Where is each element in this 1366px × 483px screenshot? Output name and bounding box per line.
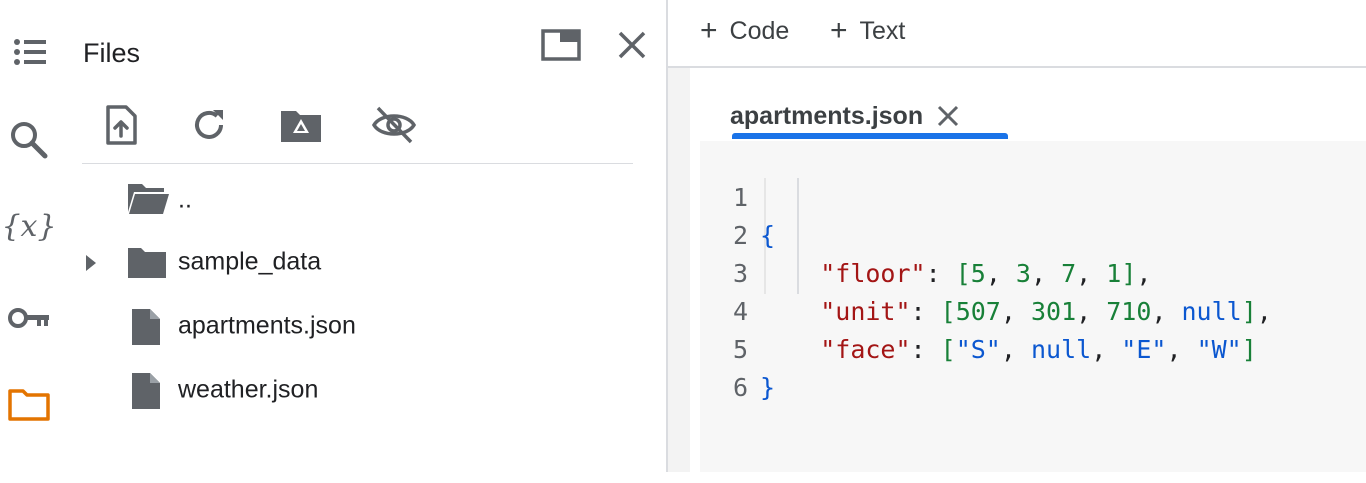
plus-icon: + (700, 14, 718, 47)
files-button[interactable] (0, 374, 58, 434)
hide-hidden-files-icon (371, 106, 417, 144)
file-icon (132, 373, 160, 409)
add-text-button[interactable]: + Text (830, 10, 905, 52)
secrets-key-icon (8, 308, 49, 328)
secrets-button[interactable] (0, 288, 58, 348)
code-line: 6 (700, 331, 1366, 402)
code-line: 1 { (700, 141, 1366, 250)
open-in-tab-button[interactable] (536, 24, 586, 66)
files-folder-icon (8, 389, 50, 421)
file-editor: apartments.json 1 { 2 "floor": [5, 3, 7,… (690, 68, 1366, 472)
close-tab-icon[interactable] (934, 102, 962, 130)
add-code-label: Code (729, 16, 790, 45)
tree-item-weather-json[interactable]: weather.json (82, 360, 642, 420)
upload-button[interactable] (98, 102, 144, 148)
variables-icon: {x} (1, 208, 57, 244)
folder-open-icon (128, 184, 169, 214)
table-of-contents-icon (14, 39, 46, 65)
tree-item-label: weather.json (178, 375, 319, 404)
file-icon (132, 309, 160, 345)
active-tab-indicator (732, 133, 1008, 139)
search-button[interactable] (0, 110, 58, 170)
tree-item-apartments-json[interactable]: apartments.json (82, 296, 642, 356)
panel-title: Files (83, 38, 141, 68)
tree-item-parent[interactable]: .. (82, 170, 642, 230)
open-in-tab-icon (541, 29, 581, 61)
hide-files-button[interactable] (368, 100, 420, 150)
code-line: 5 } (700, 293, 1366, 402)
mount-drive-icon (281, 111, 321, 142)
tree-item-sample-data[interactable]: sample_data (82, 232, 642, 292)
code-line: 3 "unit": [507, 301, 710, null], (700, 217, 1366, 326)
tab-apartments-json[interactable]: apartments.json (700, 80, 976, 140)
add-text-label: Text (859, 16, 906, 45)
plus-icon: + (830, 14, 848, 47)
mount-drive-button[interactable] (276, 102, 326, 148)
tab-label: apartments.json (730, 102, 924, 130)
cell-margin (668, 68, 690, 472)
main-area: + Code + Text apartments.json 1 { 2 "flo (668, 0, 1366, 472)
refresh-button[interactable] (186, 102, 232, 148)
sidebar-rail: {x} (0, 0, 58, 472)
search-icon (11, 122, 48, 159)
upload-icon (106, 105, 137, 145)
variables-button[interactable]: {x} (0, 196, 58, 256)
tree-item-label: sample_data (178, 247, 322, 276)
code-line: 2 "floor": [5, 3, 7, 1], (700, 179, 1366, 288)
code-editor[interactable]: 1 { 2 "floor": [5, 3, 7, 1], 3 "unit": [… (700, 141, 1366, 472)
tree-item-label: apartments.json (178, 311, 356, 340)
close-panel-button[interactable] (610, 24, 654, 66)
folder-icon (128, 248, 166, 278)
expand-arrow-icon[interactable] (84, 253, 98, 273)
close-icon (618, 31, 646, 59)
table-of-contents-button[interactable] (0, 22, 58, 82)
add-code-button[interactable]: + Code (700, 10, 789, 52)
code-line: 4 "face": ["S", null, "E", "W"] (700, 255, 1366, 364)
files-panel: Files .. sample_data apartments.json wea… (58, 0, 666, 472)
line-number: 6 (732, 373, 748, 402)
tree-item-label: .. (178, 185, 192, 214)
refresh-icon (195, 110, 223, 139)
panel-divider (82, 163, 633, 164)
